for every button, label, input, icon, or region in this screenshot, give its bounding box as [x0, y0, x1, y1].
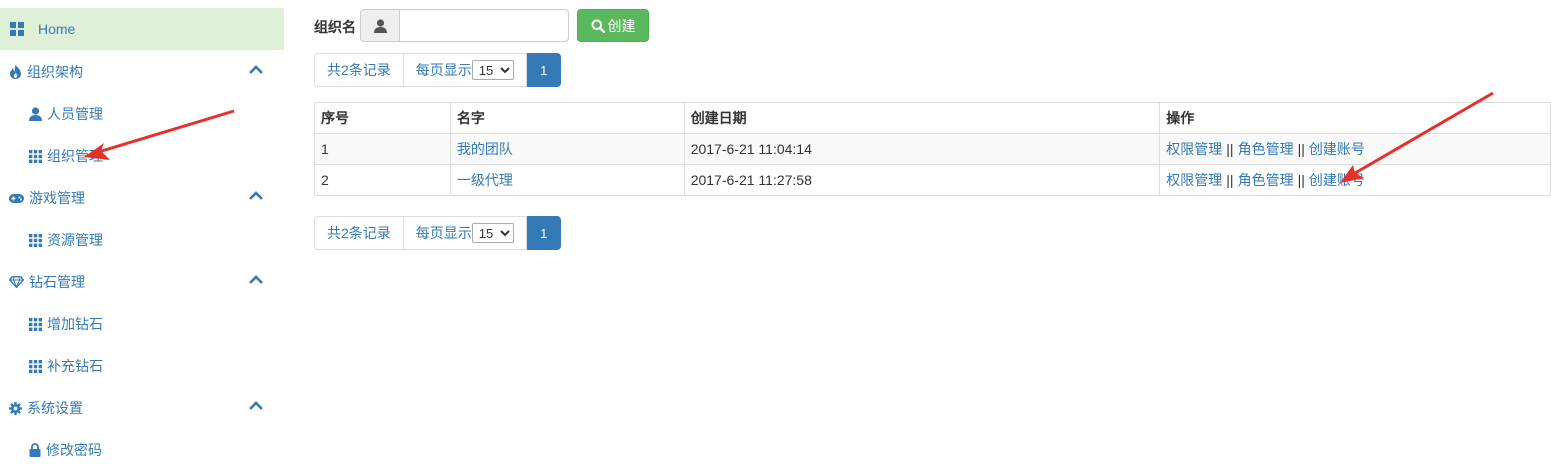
action-separator: || — [1226, 141, 1234, 157]
gamepad-icon — [9, 193, 24, 204]
page-button-1[interactable]: 1 — [526, 53, 561, 87]
permission-manage-link[interactable]: 权限管理 — [1166, 141, 1222, 157]
row-index: 1 — [314, 133, 451, 165]
grid-icon — [29, 233, 42, 247]
col-date-header: 创建日期 — [683, 102, 1161, 134]
chevron-up-icon[interactable] — [249, 65, 263, 75]
nav-group-settings[interactable]: 系统设置 — [0, 388, 284, 428]
row-date: 2017-6-21 11:04:14 — [683, 133, 1161, 165]
create-button-label: 创建 — [607, 17, 636, 34]
input-addon — [360, 9, 400, 42]
permission-manage-link[interactable]: 权限管理 — [1166, 172, 1222, 188]
per-page-label: 每页显示 — [415, 62, 472, 78]
row-index: 2 — [314, 164, 451, 196]
sidebar-item-label: 人员管理 — [47, 106, 103, 122]
per-page-label: 每页显示 — [415, 225, 472, 241]
total-count: 2 — [341, 225, 349, 241]
sidebar-item-personnel[interactable]: 人员管理 — [0, 96, 284, 132]
grid-icon — [29, 149, 42, 163]
sidebar-item-label: 资源管理 — [47, 232, 103, 248]
search-icon — [591, 19, 605, 33]
total-prefix: 共 — [327, 62, 341, 78]
sidebar-item-org-manage[interactable]: 组织管理 — [0, 138, 284, 174]
grid-icon — [29, 359, 42, 373]
sidebar-item-resources[interactable]: 资源管理 — [0, 222, 284, 258]
total-records: 共 2 条记录 — [314, 216, 404, 250]
create-button[interactable]: 创建 — [577, 9, 649, 42]
table-row: 1 我的团队 2017-6-21 11:04:14 权限管理 || 角色管理 || 创建… — [314, 133, 1551, 165]
sidebar-item-refill-diamond[interactable]: 补充钻石 — [0, 348, 284, 384]
gear-icon — [9, 401, 22, 415]
user-icon — [29, 107, 42, 121]
create-account-link[interactable]: 创建账号 — [1309, 141, 1365, 157]
per-page-select[interactable]: 15 — [471, 60, 514, 80]
pagination-top: 共 2 条记录 每页显示 15 1 — [314, 53, 561, 87]
lock-icon — [29, 443, 41, 457]
nav-group-label: 组织架构 — [27, 64, 83, 80]
nav-group-label: 系统设置 — [27, 400, 83, 416]
row-name-link[interactable]: 一级代理 — [457, 172, 513, 188]
total-suffix: 条记录 — [348, 62, 391, 78]
per-page-select[interactable]: 15 — [471, 223, 514, 243]
sidebar: Home 组织架构 人员管理 组织管理 游戏管理 资源管理 钻石管理 增加钻石 … — [0, 0, 284, 466]
nav-home-label: Home — [38, 21, 76, 37]
fire-icon — [9, 65, 22, 79]
chevron-up-icon[interactable] — [249, 191, 263, 201]
nav-group-label: 游戏管理 — [29, 190, 85, 206]
action-separator: || — [1297, 141, 1305, 157]
role-manage-link[interactable]: 角色管理 — [1238, 172, 1294, 188]
org-table: 序号 名字 创建日期 操作 1 我的团队 2017-6-21 11:04:14 … — [314, 102, 1551, 196]
total-prefix: 共 — [327, 225, 341, 241]
nav-group-diamond[interactable]: 钻石管理 — [0, 262, 284, 302]
chevron-up-icon[interactable] — [249, 275, 263, 285]
action-separator: || — [1226, 172, 1234, 188]
row-actions: 权限管理 || 角色管理 || 创建账号 — [1159, 133, 1551, 165]
col-index-header: 序号 — [314, 102, 451, 134]
row-date: 2017-6-21 11:27:58 — [683, 164, 1161, 196]
per-page: 每页显示 15 — [403, 216, 527, 250]
user-icon — [374, 18, 387, 33]
nav-group-org[interactable]: 组织架构 — [0, 52, 284, 92]
sidebar-item-add-diamond[interactable]: 增加钻石 — [0, 306, 284, 342]
action-separator: || — [1297, 172, 1305, 188]
table-header-row: 序号 名字 创建日期 操作 — [314, 102, 1551, 134]
create-account-link[interactable]: 创建账号 — [1309, 172, 1365, 188]
sidebar-item-change-password[interactable]: 修改密码 — [0, 432, 284, 468]
org-name-input[interactable] — [399, 9, 569, 42]
per-page: 每页显示 15 — [403, 53, 527, 87]
col-actions-header: 操作 — [1159, 102, 1551, 134]
nav-group-game[interactable]: 游戏管理 — [0, 178, 284, 218]
nav-group-label: 钻石管理 — [29, 274, 85, 290]
page-button-1[interactable]: 1 — [526, 216, 561, 250]
diamond-icon — [9, 276, 24, 288]
total-count: 2 — [341, 62, 349, 78]
dashboard-grid-icon — [10, 22, 24, 36]
role-manage-link[interactable]: 角色管理 — [1238, 141, 1294, 157]
grid-icon — [29, 317, 42, 331]
table-row: 2 一级代理 2017-6-21 11:27:58 权限管理 || 角色管理 || 创建… — [314, 164, 1551, 196]
sidebar-item-label: 补充钻石 — [47, 358, 103, 374]
total-suffix: 条记录 — [348, 225, 391, 241]
col-name-header: 名字 — [449, 102, 685, 134]
sidebar-item-label: 增加钻石 — [47, 316, 103, 332]
nav-home[interactable]: Home — [0, 8, 284, 50]
org-name-label: 组织名 — [314, 19, 356, 35]
sidebar-item-label: 组织管理 — [47, 148, 103, 164]
pagination-bottom: 共 2 条记录 每页显示 15 1 — [314, 216, 561, 250]
row-name-link[interactable]: 我的团队 — [457, 141, 513, 157]
total-records: 共 2 条记录 — [314, 53, 404, 87]
sidebar-item-label: 修改密码 — [46, 442, 102, 458]
row-actions: 权限管理 || 角色管理 || 创建账号 — [1159, 164, 1551, 196]
chevron-up-icon[interactable] — [249, 401, 263, 411]
